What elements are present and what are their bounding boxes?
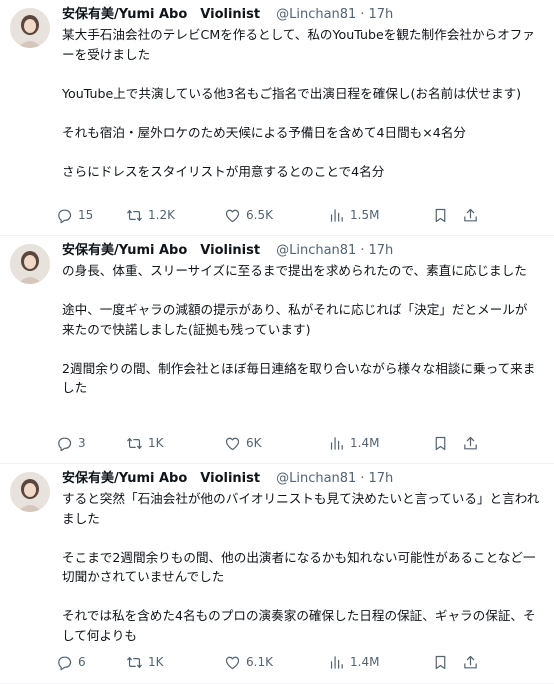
reply-icon	[58, 209, 72, 223]
avatar[interactable]	[10, 244, 50, 284]
author-name[interactable]: 安保有美/Yumi Abo Violinist	[62, 6, 260, 24]
retweet-count: 1.2K	[148, 208, 175, 222]
bookmark-icon	[435, 208, 446, 222]
tweet[interactable]: 安保有美/Yumi Abo Violinist @Linchan81 · 17h…	[0, 0, 554, 236]
share-button[interactable]	[462, 207, 482, 224]
views-button[interactable]: 1.5M	[328, 207, 432, 224]
like-button[interactable]: 6.5K	[224, 207, 328, 224]
tweet-paragraph: それも宿泊・屋外ロケのため天候による予備日を含めて4日間も×4名分	[62, 124, 467, 140]
retweet-icon	[127, 437, 142, 449]
tweet-paragraph: YouTube上で共演している他3名もご指名で出演日程を確保し(お名前は伏せます…	[62, 85, 522, 101]
tweet-header: 安保有美/Yumi Abo Violinist @Linchan81 · 17h	[62, 242, 540, 260]
separator-dot: ·	[360, 243, 365, 258]
retweet-count: 1K	[148, 655, 164, 669]
author-handle[interactable]: @Linchan81	[276, 470, 356, 488]
action-bar: 3 1K 6K 1.4M	[56, 433, 544, 453]
reply-count: 3	[78, 436, 86, 450]
separator-dot: ·	[360, 7, 365, 22]
tweet[interactable]: 安保有美/Yumi Abo Violinist @Linchan81 · 17h…	[0, 464, 554, 684]
retweet-button[interactable]: 1K	[126, 435, 224, 452]
heart-icon	[225, 437, 240, 450]
views-button[interactable]: 1.4M	[328, 654, 432, 671]
author-handle[interactable]: @Linchan81	[276, 6, 356, 24]
timestamp[interactable]: 17h	[368, 242, 393, 260]
retweet-icon	[127, 209, 142, 221]
timestamp[interactable]: 17h	[368, 6, 393, 24]
reply-count: 6	[78, 655, 86, 669]
tweet-paragraph: の身長、体重、スリーサイズに至るまで提出を求められたので、素直に応じました	[62, 263, 527, 278]
like-button[interactable]: 6.1K	[224, 654, 328, 671]
tweet-paragraph: 途中、一度ギャラの減額の提示があり、私がそれに応じれば「決定」だとメールが来たの…	[62, 302, 528, 337]
share-icon	[464, 436, 477, 449]
like-count: 6K	[246, 436, 262, 450]
share-icon	[464, 208, 477, 221]
avatar[interactable]	[10, 8, 50, 48]
tweet-header: 安保有美/Yumi Abo Violinist @Linchan81 · 17h	[62, 6, 540, 24]
tweet-paragraph: すると突然「石油会社が他のバイオリニストも見て決めたいと言っている」と言われまし…	[62, 491, 540, 526]
share-button[interactable]	[462, 435, 482, 452]
reply-button[interactable]: 6	[56, 654, 126, 671]
tweet-paragraph: 2週間余りの間、制作会社とほぼ毎日連絡を取り合いながら様々な相談に乗って来ました	[62, 360, 536, 396]
reply-button[interactable]: 3	[56, 435, 126, 452]
tweet-text: すると突然「石油会社が他のバイオリニストも見て決めたいと言っている」と言われまし…	[62, 489, 540, 645]
action-bar: 15 1.2K 6.5K 1.5M	[56, 205, 544, 225]
tweet-paragraph: 某大手石油会社のテレビCMを作るとして、私のYouTubeを観た制作会社からオフ…	[62, 27, 535, 62]
tweet-paragraph: そこまで2週間余りもの間、他の出演者になるかも知れない可能性があることなど一切聞…	[62, 549, 536, 585]
action-bar: 6 1K 6.1K 1.4M	[56, 652, 544, 672]
author-name[interactable]: 安保有美/Yumi Abo Violinist	[62, 470, 260, 488]
view-count: 1.4M	[350, 655, 380, 669]
retweet-button[interactable]: 1K	[126, 654, 224, 671]
like-button[interactable]: 6K	[224, 435, 328, 452]
like-count: 6.1K	[246, 655, 273, 669]
retweet-icon	[127, 656, 142, 668]
retweet-button[interactable]: 1.2K	[126, 207, 224, 224]
bookmark-button[interactable]	[432, 207, 462, 224]
like-count: 6.5K	[246, 208, 273, 222]
tweet-text: 某大手石油会社のテレビCMを作るとして、私のYouTubeを観た制作会社からオフ…	[62, 25, 540, 181]
views-button[interactable]: 1.4M	[328, 435, 432, 452]
view-count: 1.5M	[350, 208, 380, 222]
tweet-text: の身長、体重、スリーサイズに至るまで提出を求められたので、素直に応じました 途中…	[62, 261, 540, 398]
separator-dot: ·	[360, 471, 365, 486]
heart-icon	[225, 209, 240, 222]
tweet-paragraph: それでは私を含めた4名ものプロの演奏家の確保した日程の保証、ギャラの保証、そして…	[62, 608, 536, 643]
retweet-count: 1K	[148, 436, 164, 450]
views-chart-icon	[330, 655, 343, 669]
share-icon	[464, 655, 477, 668]
views-chart-icon	[330, 208, 343, 222]
views-chart-icon	[330, 436, 343, 450]
timestamp[interactable]: 17h	[368, 470, 393, 488]
view-count: 1.4M	[350, 436, 380, 450]
tweet-paragraph: さらにドレスをスタイリストが用意するとのことで4名分	[62, 163, 385, 179]
bookmark-icon	[435, 436, 446, 450]
reply-icon	[58, 656, 72, 670]
reply-icon	[58, 437, 72, 451]
tweet-header: 安保有美/Yumi Abo Violinist @Linchan81 · 17h	[62, 470, 540, 488]
tweet[interactable]: 安保有美/Yumi Abo Violinist @Linchan81 · 17h…	[0, 236, 554, 464]
avatar[interactable]	[10, 472, 50, 512]
reply-button[interactable]: 15	[56, 207, 126, 224]
reply-count: 15	[78, 208, 94, 222]
share-button[interactable]	[462, 654, 482, 671]
author-handle[interactable]: @Linchan81	[276, 242, 356, 260]
bookmark-icon	[435, 655, 446, 669]
bookmark-button[interactable]	[432, 654, 462, 671]
bookmark-button[interactable]	[432, 435, 462, 452]
heart-icon	[225, 656, 240, 669]
author-name[interactable]: 安保有美/Yumi Abo Violinist	[62, 242, 260, 260]
